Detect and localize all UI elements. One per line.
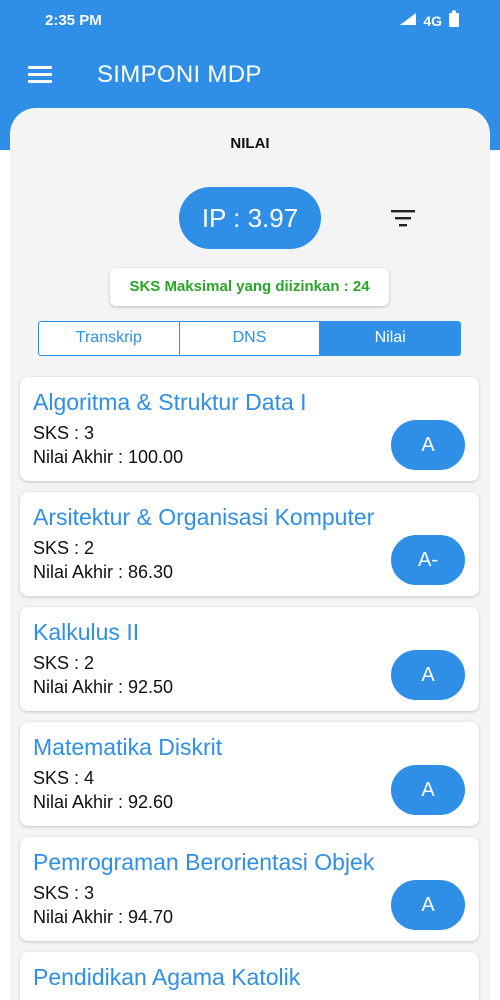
course-name: Kalkulus II (33, 619, 140, 645)
status-bar: 2:35 PM 4G (0, 0, 500, 42)
course-sks: SKS : 3 (33, 883, 95, 903)
course-card[interactable]: Kalkulus II SKS : 2 Nilai Akhir : 92.50 … (20, 607, 479, 711)
grade-badge: A (391, 650, 465, 700)
sks-max-info: SKS Maksimal yang diizinkan : 24 (110, 268, 389, 306)
course-name: Algoritma & Struktur Data I (33, 389, 307, 415)
course-sks: SKS : 2 (33, 538, 95, 558)
network-4g-icon: 4G (423, 13, 442, 29)
app-title: SIMPONI MDP (97, 61, 262, 88)
tab-dns[interactable]: DNS (180, 322, 321, 355)
app-bar: SIMPONI MDP (0, 50, 500, 102)
course-final-score: Nilai Akhir : 94.70 (33, 907, 174, 927)
battery-icon (448, 10, 460, 32)
tab-transkrip[interactable]: Transkrip (39, 322, 180, 355)
course-card[interactable]: Arsitektur & Organisasi Komputer SKS : 2… (20, 492, 479, 596)
grade-badge: A- (391, 535, 465, 585)
hamburger-menu-icon[interactable] (28, 62, 58, 88)
filter-icon[interactable] (390, 208, 420, 234)
course-name: Matematika Diskrit (33, 734, 223, 760)
course-card[interactable]: Pendidikan Agama Katolik (20, 952, 479, 1000)
tab-bar: Transkrip DNS Nilai (38, 321, 461, 356)
page-title: NILAI (230, 135, 270, 152)
course-card[interactable]: Matematika Diskrit SKS : 4 Nilai Akhir :… (20, 722, 479, 826)
status-icons: 4G (399, 10, 460, 32)
grade-badge: A (391, 765, 465, 815)
ip-badge: IP : 3.97 (179, 187, 321, 249)
grade-badge: A (391, 420, 465, 470)
course-name: Arsitektur & Organisasi Komputer (33, 504, 375, 530)
course-sks: SKS : 2 (33, 653, 95, 673)
grade-badge: A (391, 880, 465, 930)
course-name: Pendidikan Agama Katolik (33, 964, 301, 990)
course-sks: SKS : 3 (33, 423, 95, 443)
course-sks: SKS : 4 (33, 768, 95, 788)
signal-icon (399, 12, 417, 30)
course-final-score: Nilai Akhir : 100.00 (33, 447, 184, 467)
course-name: Pemrograman Berorientasi Objek (33, 849, 375, 875)
course-final-score: Nilai Akhir : 92.50 (33, 677, 174, 697)
course-card[interactable]: Algoritma & Struktur Data I SKS : 3 Nila… (20, 377, 479, 481)
tab-nilai[interactable]: Nilai (320, 322, 460, 355)
course-card[interactable]: Pemrograman Berorientasi Objek SKS : 3 N… (20, 837, 479, 941)
course-final-score: Nilai Akhir : 86.30 (33, 562, 174, 582)
status-time: 2:35 PM (45, 12, 102, 29)
course-final-score: Nilai Akhir : 92.60 (33, 792, 174, 812)
